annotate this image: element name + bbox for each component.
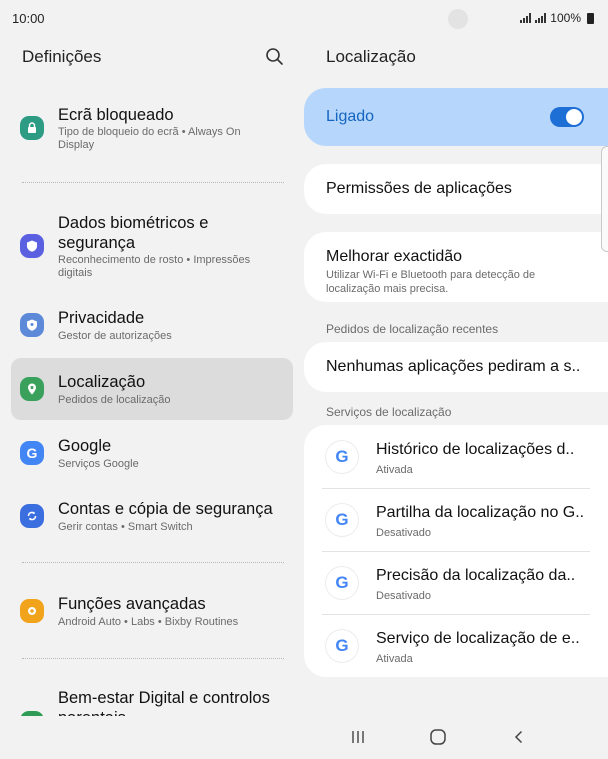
menu-item-title: Ecrã bloqueado	[58, 106, 174, 124]
sync-icon	[20, 504, 44, 528]
google-icon: G	[326, 630, 358, 662]
location-panel: Localização Ligado Permissões de aplicaç…	[304, 36, 608, 716]
recent-requests-header: Pedidos de localização recentes	[326, 322, 499, 336]
menu-item-subtitle: Reconhecimento de rosto • Impressões dig…	[58, 254, 251, 279]
page-title: Localização	[326, 47, 416, 66]
recent-requests-item: Nenhumas aplicações pediram a s..	[304, 342, 608, 392]
shield-icon	[20, 234, 44, 258]
menu-item-title: Google	[58, 437, 112, 455]
menu-item-lock-screen[interactable]: Ecrã bloqueado Tipo de bloqueio do ecrã …	[11, 96, 293, 164]
battery-icon	[587, 12, 594, 24]
menu-item-digital-wellbeing[interactable]: Bem-estar Digital e controlos parentais	[11, 681, 293, 716]
settings-panel: Definições Ecrã bloqueado Tipo de bloque…	[0, 36, 304, 716]
menu-item-subtitle: Tipo de bloqueio do ecrã • Always On Dis…	[58, 126, 241, 151]
google-icon: G	[20, 441, 44, 465]
service-item-location-accuracy[interactable]: G Precisão da localização da.. Desativad…	[304, 551, 608, 614]
status-time: 10:00	[12, 11, 45, 26]
service-status: Desativado	[376, 590, 432, 602]
menu-item-subtitle: Android Auto • Labs • Bixby Routines	[58, 616, 239, 628]
menu-item-subtitle: Gestor de autorizações	[58, 330, 172, 342]
menu-item-google[interactable]: G Google Serviços Google	[11, 428, 293, 478]
privacy-icon	[20, 313, 44, 337]
service-status: Desativado	[376, 527, 432, 539]
service-item-emergency-location[interactable]: G Serviço de localização de e.. Ativada	[304, 614, 608, 677]
improve-accuracy-title: Melhorar exactidão	[326, 248, 463, 265]
app-permissions-label: Permissões de aplicações	[326, 180, 512, 197]
lock-icon	[20, 116, 44, 140]
gear-plus-icon	[20, 599, 44, 623]
menu-item-advanced-features[interactable]: Funções avançadas Android Auto • Labs • …	[11, 586, 293, 636]
service-item-location-sharing[interactable]: G Partilha da localização no G.. Desativ…	[304, 488, 608, 551]
google-icon: G	[326, 504, 358, 536]
status-bar: 10:00 100%	[0, 0, 608, 36]
divider	[22, 658, 284, 659]
service-title: Precisão da localização da..	[376, 567, 576, 584]
navigation-bar	[0, 716, 608, 759]
app-permissions-item[interactable]: Permissões de aplicações	[304, 164, 608, 214]
menu-item-subtitle: Gerir contas • Smart Switch	[58, 521, 193, 533]
menu-item-privacy[interactable]: Privacidade Gestor de autorizações	[11, 298, 293, 348]
home-icon	[430, 729, 446, 745]
location-icon	[20, 377, 44, 401]
master-switch-label: Ligado	[326, 108, 375, 125]
service-title: Partilha da localização no G..	[376, 504, 585, 521]
menu-item-accounts-backup[interactable]: Contas e cópia de segurança Gerir contas…	[11, 491, 293, 541]
service-title: Histórico de localizações d..	[376, 441, 575, 458]
divider	[22, 562, 284, 563]
service-title: Serviço de localização de e..	[376, 630, 580, 647]
location-services-list: G Histórico de localizações d.. Ativada …	[304, 425, 608, 677]
google-icon: G	[326, 567, 358, 599]
back-icon	[514, 730, 523, 744]
front-camera	[448, 9, 468, 29]
menu-item-biometrics[interactable]: Dados biométricos e segurança Reconhecim…	[11, 206, 293, 286]
improve-accuracy-subtitle: Utilizar Wi-Fi e Bluetooth para detecção…	[326, 269, 536, 295]
google-icon: G	[326, 441, 358, 473]
location-toggle[interactable]	[550, 107, 584, 127]
signal-icon-2	[535, 13, 547, 23]
service-item-location-history[interactable]: G Histórico de localizações d.. Ativada	[304, 425, 608, 488]
menu-item-subtitle: Pedidos de localização	[58, 394, 171, 406]
search-icon	[266, 48, 283, 65]
toggle-knob	[566, 109, 582, 125]
menu-item-location[interactable]: Localização Pedidos de localização	[11, 358, 293, 420]
service-status: Ativada	[376, 464, 413, 476]
menu-item-title: Funções avançadas	[58, 595, 206, 613]
divider	[22, 182, 284, 183]
menu-item-title: Privacidade	[58, 309, 145, 327]
search-button[interactable]	[262, 44, 288, 70]
location-master-switch[interactable]: Ligado	[304, 88, 608, 146]
recent-apps-icon	[352, 731, 364, 743]
status-indicators: 100%	[520, 11, 594, 25]
menu-item-title: Dados biométricos e segurança	[58, 214, 209, 252]
recent-requests-value: Nenhumas aplicações pediram a s..	[326, 358, 581, 375]
signal-icon	[520, 13, 532, 23]
menu-item-title: Contas e cópia de segurança	[58, 500, 273, 518]
back-button[interactable]	[504, 724, 534, 750]
settings-title: Definições	[22, 47, 102, 66]
home-button[interactable]	[423, 724, 453, 750]
service-status: Ativada	[376, 653, 413, 665]
battery-percent: 100%	[550, 11, 581, 25]
menu-item-subtitle: Serviços Google	[58, 458, 139, 470]
menu-item-title: Localização	[58, 373, 146, 391]
menu-item-title: Bem-estar Digital e controlos parentais	[58, 689, 270, 716]
edge-panel-handle[interactable]	[601, 146, 608, 252]
improve-accuracy-item[interactable]: Melhorar exactidão Utilizar Wi-Fi e Blue…	[304, 232, 608, 302]
recent-apps-button[interactable]	[343, 724, 373, 750]
location-services-header: Serviços de localização	[326, 405, 452, 419]
